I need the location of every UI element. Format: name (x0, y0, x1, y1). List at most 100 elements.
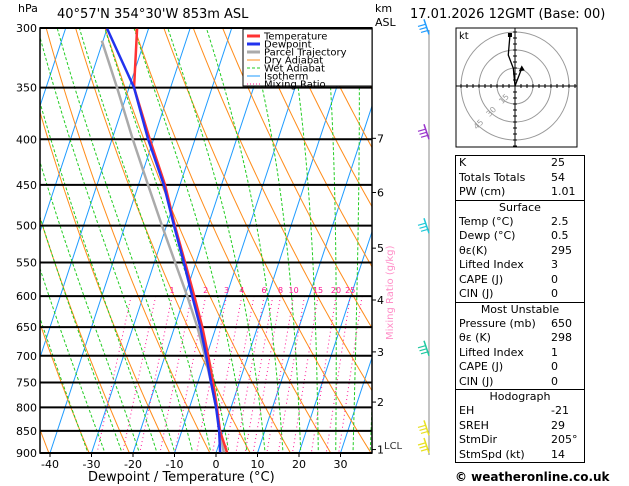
index-label: CIN (J) (459, 287, 494, 300)
barb-flag (419, 348, 427, 352)
barb-flag (420, 228, 429, 232)
index-label: θε(K) (459, 243, 488, 257)
hodograph-unit-label: kt (459, 31, 469, 42)
mixing-ratio-label: 1 (170, 286, 175, 295)
parcel-trajectory-profile (100, 40, 226, 454)
wind-barb (417, 218, 430, 234)
km-tick-label: 5 (377, 242, 384, 255)
index-value: 650 (551, 316, 572, 330)
pressure-tick-label: 700 (16, 350, 37, 363)
index-label: EH (459, 404, 475, 417)
barb-flag (417, 128, 426, 132)
surface-indices: Surface Temp (°C) 2.5 Dewp (°C) 0.5 θε(K) 295 L… (456, 199, 584, 302)
most-unstable-indices: Most Unstable Pressure (mb) 650 θε (K) 298 Li… (456, 301, 584, 390)
index-row: K 25 (456, 156, 584, 171)
wind-barb (417, 340, 430, 357)
pressure-tick-label: 850 (16, 425, 37, 438)
index-label: Lifted Index (459, 258, 524, 271)
mixing-ratio-label: 10 (288, 286, 298, 295)
wind-barb (417, 437, 430, 454)
temperature-tick-label: 30 (334, 458, 348, 471)
barb-flag (419, 427, 427, 431)
index-row: Pressure (mb) 650 (456, 317, 584, 332)
km-tick-label: 7 (377, 132, 384, 145)
index-value: 54 (551, 170, 565, 184)
mixing-ratio-line (325, 296, 351, 453)
index-label: PW (cm) (459, 185, 506, 198)
legend-label: Mixing Ratio (264, 80, 326, 91)
isotherm-line (49, 28, 191, 453)
hodograph-frame (455, 27, 578, 148)
index-row: StmDir 205° (456, 433, 584, 448)
barb-stem (423, 340, 430, 357)
index-value: 0 (551, 374, 558, 388)
index-value: 0 (551, 287, 558, 300)
hodograph-indices: Hodograph EH -21 SREH 29 StmDir 205° StmSpd (kt… (456, 389, 584, 462)
pressure-tick-label: 600 (16, 290, 37, 303)
pressure-tick-label: 450 (16, 179, 37, 192)
barb-stem (423, 124, 430, 140)
barb-stem (423, 420, 430, 436)
pressure-tick-label: 300 (16, 22, 37, 35)
barb-flag (417, 424, 426, 428)
index-value: 298 (551, 331, 572, 344)
index-row: SREH 29 (456, 419, 584, 434)
hodograph-top-marker (507, 33, 512, 37)
barb-stem (423, 437, 430, 454)
indices-table: K 25 Totals Totals 54 PW (cm) 1.01 Surface Tem… (455, 155, 585, 463)
barb-flag (417, 222, 426, 226)
index-label: Totals Totals (459, 170, 526, 184)
index-value: 0.5 (551, 229, 569, 242)
index-value: 14 (551, 447, 565, 461)
index-value: 295 (551, 243, 572, 257)
index-row: θε (K) 298 (456, 331, 584, 346)
barb-flag (417, 23, 426, 27)
index-label: CAPE (J) (459, 272, 504, 286)
index-label: Lifted Index (459, 345, 524, 359)
barb-flag (419, 225, 427, 229)
x-axis-label: Dewpoint / Temperature (°C) (88, 470, 275, 485)
pressure-tick-label: 650 (16, 321, 37, 334)
pressure-tick-label: 800 (16, 401, 37, 414)
barb-stem (423, 218, 430, 234)
index-row: CIN (J) 0 (456, 375, 584, 390)
pressure-tick-label: 400 (16, 133, 37, 146)
temperature-tick-label: -40 (41, 458, 59, 471)
mixing-ratio-label: 25 (345, 286, 355, 295)
barb-flag (420, 134, 429, 138)
km-tick-label: 4 (377, 294, 384, 307)
wet-adiabat-line (78, 28, 212, 453)
barb-flag (420, 29, 429, 33)
mixing-ratio-line (277, 296, 305, 453)
index-value: 25 (551, 156, 565, 169)
barb-flag (419, 445, 427, 449)
index-value: -21 (551, 404, 569, 417)
mixing-ratio-label: 2 (203, 286, 208, 295)
index-row: Lifted Index 3 (456, 258, 584, 273)
mixing-ratio-label: 15 (313, 286, 323, 295)
index-row: CAPE (J) 0 (456, 360, 584, 375)
wet-adiabat-line (56, 28, 194, 453)
wind-barb (417, 124, 430, 140)
index-label: StmSpd (kt) (459, 447, 525, 461)
barb-flag (417, 442, 426, 446)
index-value: 2.5 (551, 214, 569, 228)
section-title: Hodograph (489, 390, 551, 403)
index-row: CAPE (J) 0 (456, 273, 584, 288)
index-row: EH -21 (456, 404, 584, 419)
wind-barb (417, 420, 430, 436)
section-title: Most Unstable (480, 302, 560, 316)
pressure-tick-label: 500 (16, 220, 37, 233)
index-label: SREH (459, 418, 489, 432)
index-row: Dewp (°C) 0.5 (456, 229, 584, 244)
isotherm-line (91, 28, 233, 453)
barb-flag (420, 448, 429, 452)
mixing-ratio-line (244, 296, 274, 453)
index-label: K (459, 156, 467, 169)
index-value: 1.01 (551, 185, 576, 198)
barb-flag (420, 430, 429, 434)
index-value: 0 (551, 360, 558, 373)
mixing-ratio-axis-label: Mixing Ratio (g/kg) (385, 245, 396, 340)
barb-flag (419, 26, 427, 30)
index-value: 3 (551, 258, 558, 271)
